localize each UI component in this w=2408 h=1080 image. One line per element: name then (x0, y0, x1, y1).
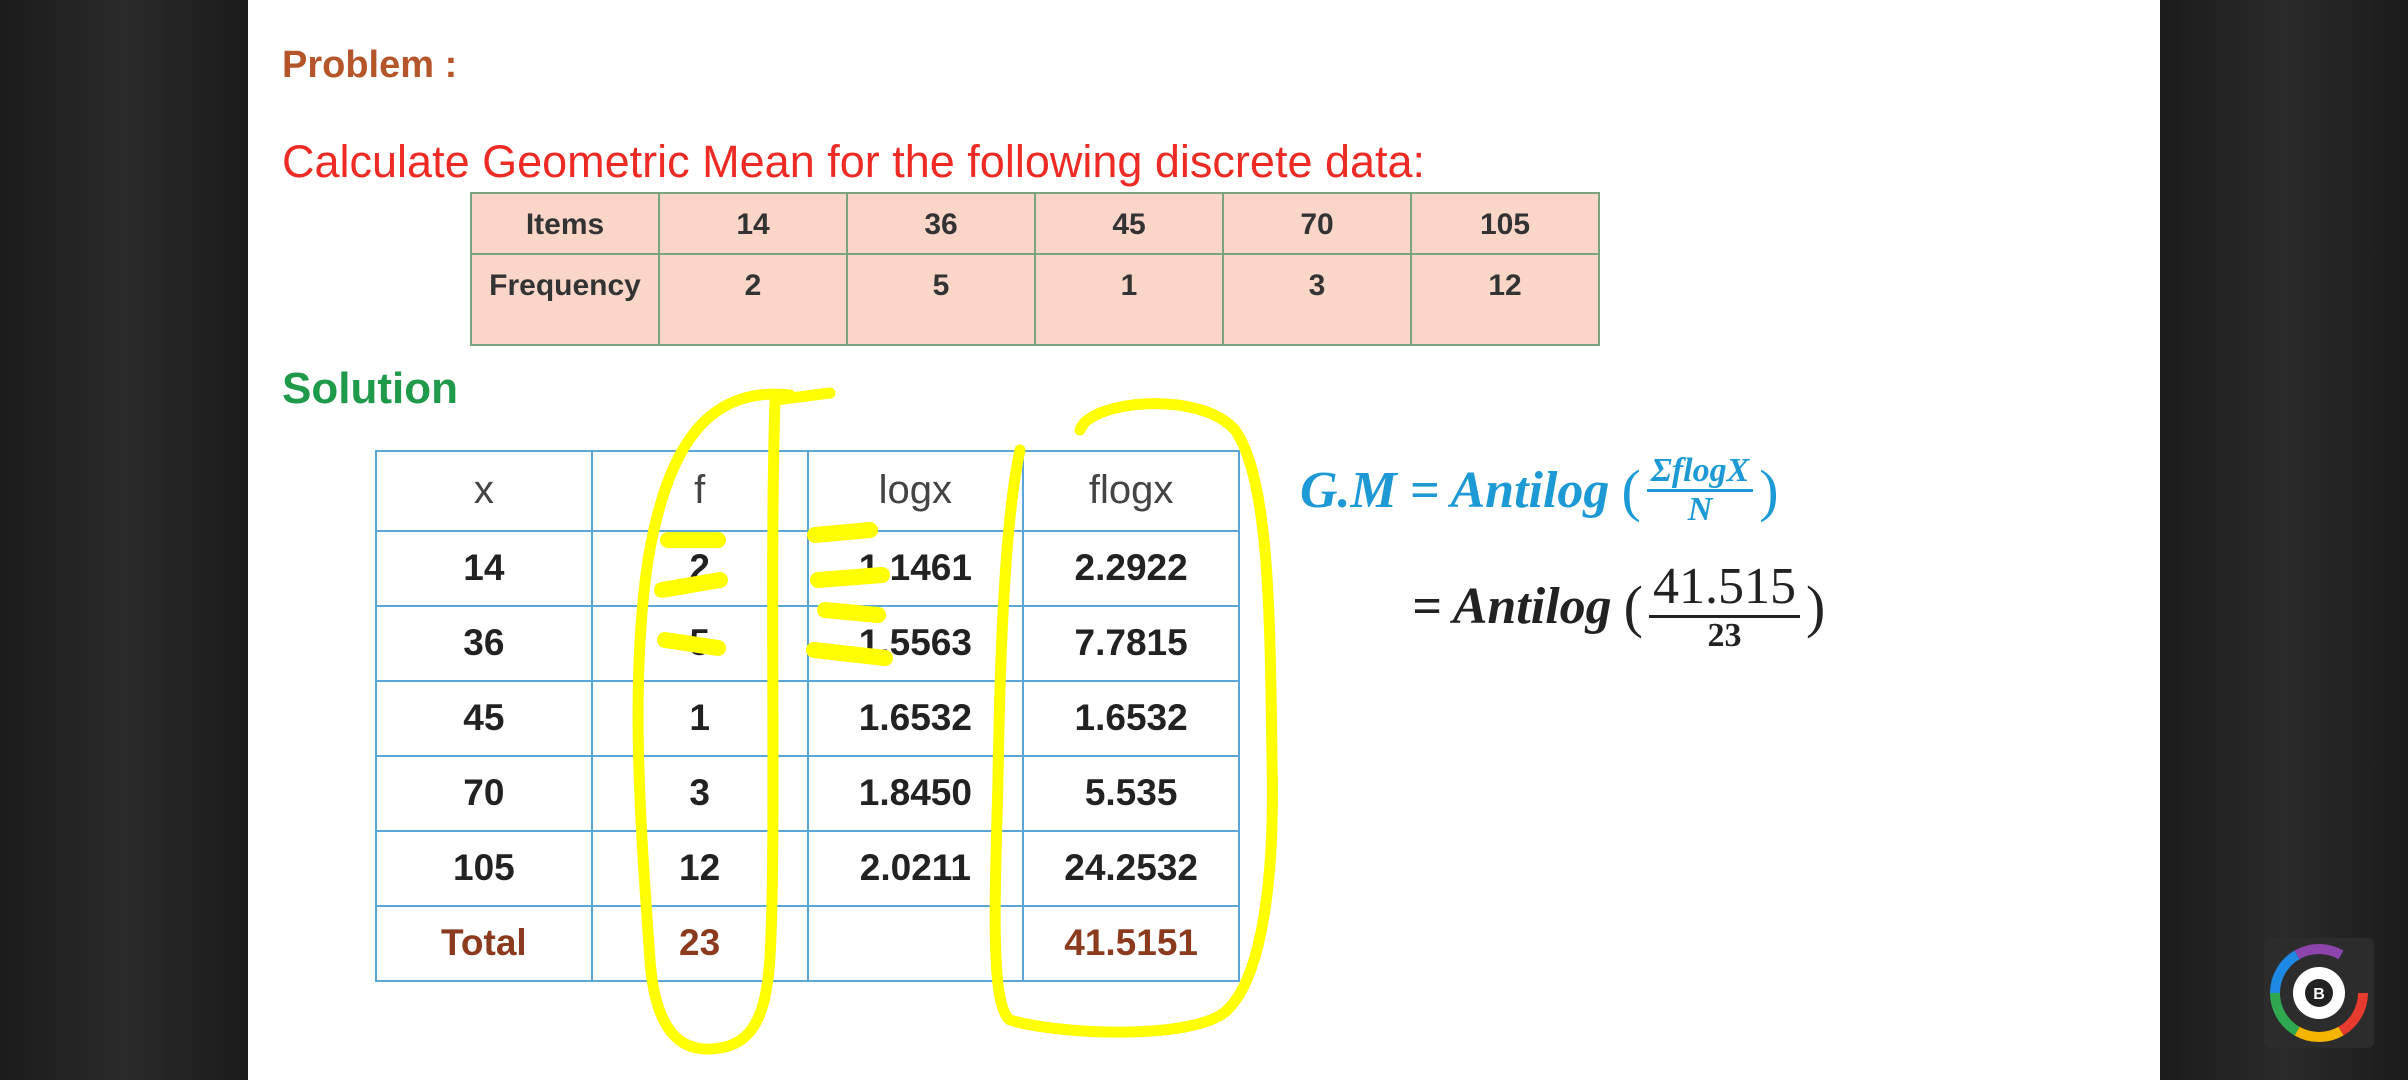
given-cell: 5 (846, 253, 1036, 346)
header-logx: logx (806, 450, 1025, 532)
cell-flogx: 24.2532 (1022, 829, 1240, 907)
cell-f: 2 (590, 529, 809, 607)
cell-logx: 1.5563 (806, 604, 1025, 682)
cell-f: 12 (590, 829, 809, 907)
cell-logx: 1.8450 (806, 754, 1025, 832)
solution-table: x f logx flogx 14 2 1.1461 2.2922 36 5 1… (375, 450, 1240, 983)
total-row: Total 23 41.5151 (375, 904, 1240, 983)
cell-x: 45 (375, 679, 593, 757)
given-cell: 105 (1410, 192, 1600, 255)
header-x: x (375, 450, 593, 532)
cell-logx: 1.1461 (806, 529, 1025, 607)
given-row-items: Items 14 36 45 70 105 (470, 192, 1600, 255)
solution-header-row: x f logx flogx (375, 450, 1240, 532)
given-cell: 2 (658, 253, 848, 346)
cell-f: 3 (590, 754, 809, 832)
total-label: Total (375, 904, 593, 983)
given-cell: 1 (1034, 253, 1224, 346)
slide: Problem : Calculate Geometric Mean for t… (248, 0, 2160, 1080)
svg-text:B: B (2313, 986, 2325, 1003)
total-f: 23 (590, 904, 809, 983)
close-paren: ) (1759, 457, 1779, 523)
fraction-numerator: 41.515 (1648, 559, 1800, 618)
cell-f: 1 (590, 679, 809, 757)
left-letterbox (0, 0, 248, 1080)
cell-logx: 2.0211 (806, 829, 1025, 907)
given-row-frequency: Frequency 2 5 1 3 12 (470, 253, 1600, 346)
open-paren: ( (1623, 574, 1643, 640)
colorful-b-logo-icon: B (2270, 944, 2368, 1042)
formula-fraction: 41.515 23 (1648, 559, 1800, 654)
table-row: 45 1 1.6532 1.6532 (375, 679, 1240, 757)
cell-flogx: 1.6532 (1022, 679, 1240, 757)
fraction-numerator: ΣflogX (1646, 453, 1754, 492)
channel-logo: B (2264, 938, 2374, 1048)
formula-line-1: G.M = Antilog ( ΣflogX N ) (1300, 453, 1779, 527)
given-cell: 36 (846, 192, 1036, 255)
cell-x: 14 (375, 529, 593, 607)
problem-heading: Problem : (282, 44, 458, 86)
close-paren: ) (1805, 574, 1826, 640)
formula-line-2: = Antilog ( 41.515 23 ) (1412, 559, 1826, 654)
formula-prefix: = Antilog (1412, 578, 1612, 636)
question-text: Calculate Geometric Mean for the followi… (282, 136, 1426, 187)
given-cell: 3 (1222, 253, 1412, 346)
cell-x: 36 (375, 604, 593, 682)
cell-f: 5 (590, 604, 809, 682)
table-row: 105 12 2.0211 24.2532 (375, 829, 1240, 907)
given-cell: Frequency (470, 253, 660, 346)
given-data-table: Items 14 36 45 70 105 Frequency 2 5 1 3 … (470, 192, 1600, 346)
open-paren: ( (1621, 457, 1641, 523)
given-cell: 14 (658, 192, 848, 255)
given-cell: 45 (1034, 192, 1224, 255)
cell-logx: 1.6532 (806, 679, 1025, 757)
header-f: f (590, 450, 809, 532)
total-logx (806, 904, 1025, 983)
formula-prefix: G.M = Antilog (1300, 461, 1610, 519)
table-row: 14 2 1.1461 2.2922 (375, 529, 1240, 607)
cell-x: 105 (375, 829, 593, 907)
cell-flogx: 7.7815 (1022, 604, 1240, 682)
right-letterbox (2160, 0, 2408, 1080)
total-flogx: 41.5151 (1022, 904, 1240, 983)
header-flogx: flogx (1022, 450, 1240, 532)
table-row: 70 3 1.8450 5.535 (375, 754, 1240, 832)
given-cell: Items (470, 192, 660, 255)
cell-flogx: 2.2922 (1022, 529, 1240, 607)
cell-flogx: 5.535 (1022, 754, 1240, 832)
fraction-denominator: 23 (1707, 616, 1742, 654)
formula-fraction: ΣflogX N (1646, 453, 1754, 528)
cell-x: 70 (375, 754, 593, 832)
fraction-denominator: N (1687, 490, 1713, 528)
solution-heading: Solution (282, 364, 458, 413)
given-cell: 12 (1410, 253, 1600, 346)
given-cell: 70 (1222, 192, 1412, 255)
table-row: 36 5 1.5563 7.7815 (375, 604, 1240, 682)
